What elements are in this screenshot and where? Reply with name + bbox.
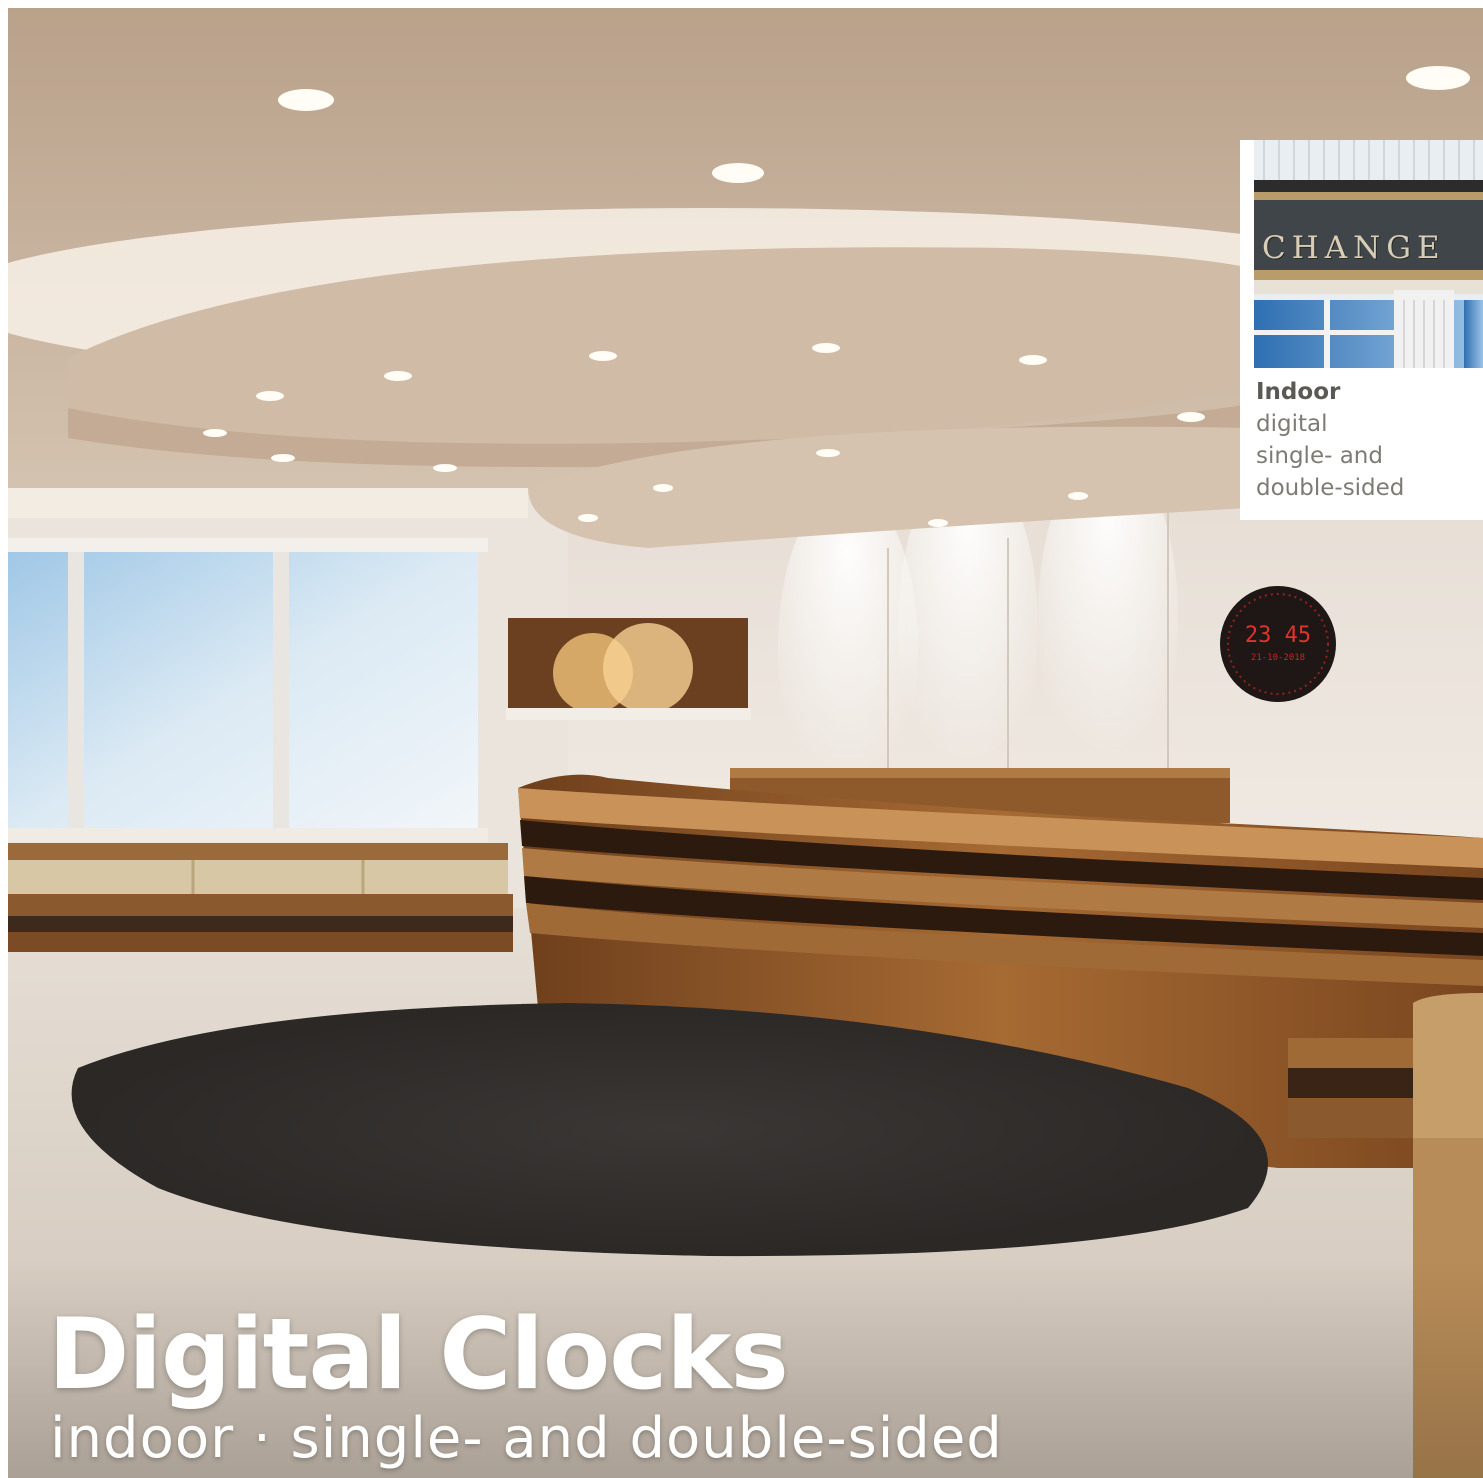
- wall-clock: 23 45 21-10-2018: [1220, 586, 1336, 702]
- inset-line-1: digital: [1256, 411, 1328, 437]
- inset-card: CHANGE Indoor digital single- and double…: [1240, 140, 1483, 520]
- inset-title: Indoor: [1256, 379, 1341, 405]
- page-subheadline: indoor · single- and double-sided: [50, 1406, 1003, 1471]
- inset-photo-word: CHANGE: [1262, 230, 1446, 266]
- inset-building-photo: CHANGE: [1254, 140, 1483, 368]
- inset-line-3: double-sided: [1256, 475, 1405, 501]
- inset-caption: Indoor digital single- and double-sided: [1256, 376, 1404, 504]
- inset-line-2: single- and: [1256, 443, 1383, 469]
- page-headline: Digital Clocks: [48, 1298, 789, 1412]
- clock-date: 21-10-2018: [1251, 653, 1305, 663]
- clock-time: 23 45: [1245, 623, 1311, 648]
